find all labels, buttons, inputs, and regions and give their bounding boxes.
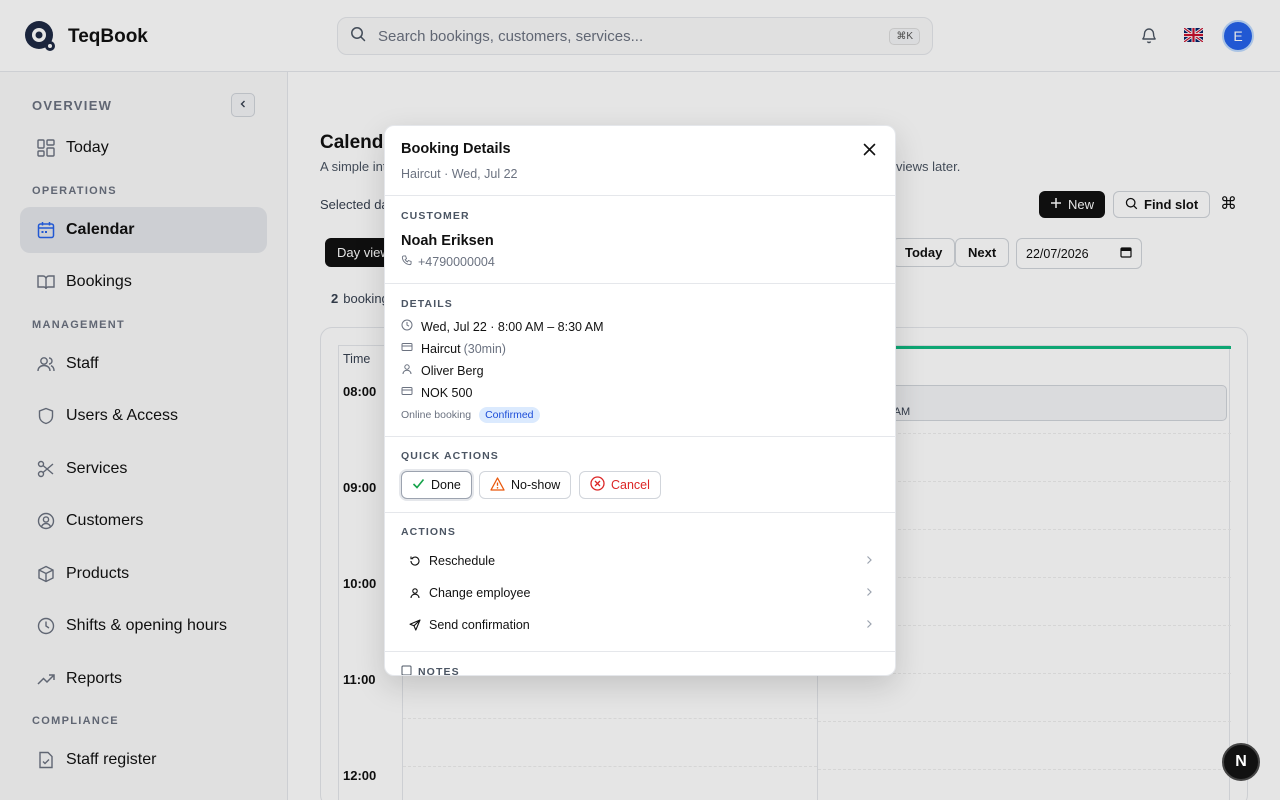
cancel-booking-button[interactable]: Cancel (579, 471, 661, 499)
card-icon (401, 385, 413, 400)
phone-icon (401, 255, 412, 269)
reschedule-label: Reschedule (429, 554, 496, 568)
divider (385, 283, 895, 284)
booking-details-dialog: Booking Details Haircut · Wed, Jul 22 CU… (384, 125, 896, 676)
clock-icon (401, 319, 413, 334)
status-badge: Confirmed (479, 407, 540, 423)
chevron-right-icon (865, 618, 873, 632)
detail-price: NOK 500 (401, 385, 472, 400)
details-section-label: DETAILS (401, 298, 453, 310)
notes-section: NOTES (401, 665, 460, 676)
dialog-title: Booking Details (401, 141, 511, 157)
notes-section-label: NOTES (418, 666, 460, 676)
detail-price-value: NOK 500 (421, 385, 473, 400)
user-icon (409, 587, 421, 599)
close-icon[interactable] (863, 143, 876, 161)
notes-icon (401, 665, 412, 675)
customer-phone[interactable]: +4790000004 (401, 255, 495, 269)
card-icon (401, 341, 413, 356)
detail-duration: (30min) (463, 341, 506, 356)
detail-service: Haircut (30min) (401, 341, 506, 356)
done-label: Done (431, 478, 461, 492)
divider (385, 195, 895, 196)
change-employee-label: Change employee (429, 586, 531, 600)
chevron-right-icon (865, 586, 873, 600)
done-button[interactable]: Done (401, 471, 472, 499)
no-show-label: No-show (511, 478, 561, 492)
detail-employee: Oliver Berg (401, 363, 484, 378)
customer-name: Noah Eriksen (401, 233, 494, 249)
detail-datetime-value: Wed, Jul 22 · 8:00 AM – 8:30 AM (421, 319, 604, 334)
actions-section-label: ACTIONS (401, 526, 456, 538)
send-icon (409, 619, 421, 631)
detail-service-value: Haircut (421, 341, 461, 356)
x-circle-icon (590, 476, 605, 494)
cancel-label: Cancel (611, 478, 650, 492)
dialog-subtitle: Haircut · Wed, Jul 22 (401, 167, 518, 181)
send-confirmation-label: Send confirmation (429, 618, 530, 632)
detail-employee-value: Oliver Berg (421, 363, 484, 378)
divider (385, 651, 895, 652)
change-employee-action[interactable]: Change employee (401, 579, 881, 607)
phone-number: +4790000004 (418, 255, 495, 269)
quick-actions-section-label: QUICK ACTIONS (401, 450, 499, 462)
rotate-icon (409, 555, 421, 567)
reschedule-action[interactable]: Reschedule (401, 547, 881, 575)
customer-section-label: CUSTOMER (401, 210, 470, 222)
booking-source: Online booking (401, 409, 472, 421)
check-icon (412, 477, 425, 493)
divider (385, 436, 895, 437)
divider (385, 512, 895, 513)
warning-icon (490, 476, 505, 494)
send-confirmation-action[interactable]: Send confirmation (401, 611, 881, 639)
chevron-right-icon (865, 554, 873, 568)
user-icon (401, 363, 413, 378)
detail-datetime: Wed, Jul 22 · 8:00 AM – 8:30 AM (401, 319, 604, 334)
floating-action-button[interactable]: N (1222, 743, 1260, 781)
booking-source-row: Online booking Confirmed (401, 407, 540, 423)
no-show-button[interactable]: No-show (479, 471, 572, 499)
